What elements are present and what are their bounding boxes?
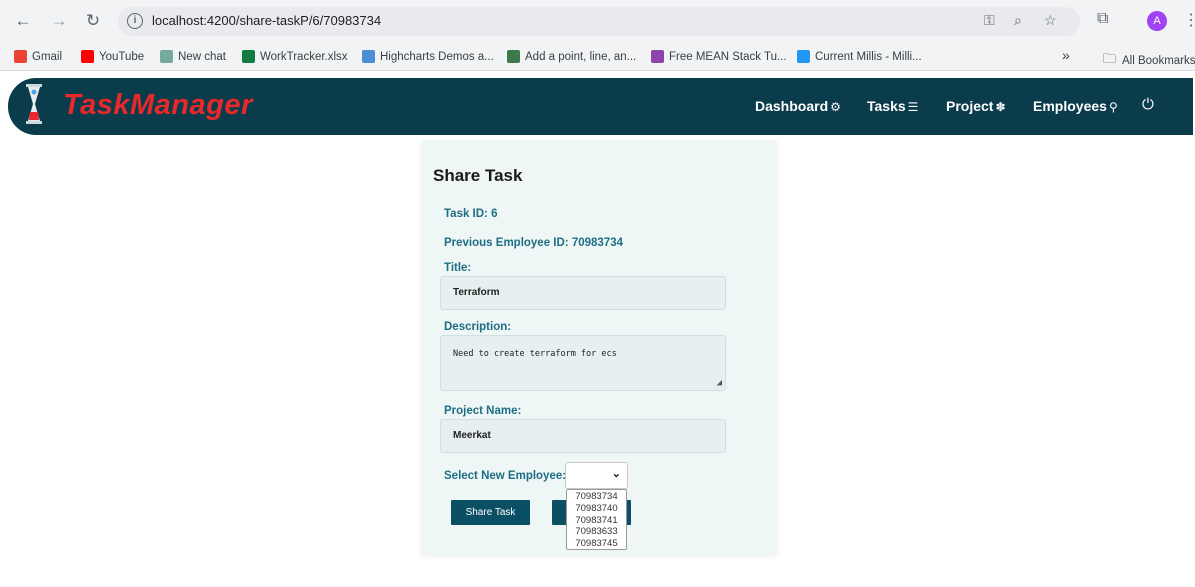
- browser-toolbar: ← → ↻ i localhost:4200/share-taskP/6/709…: [0, 0, 1195, 43]
- chevron-down-icon: ⌄: [611, 468, 621, 480]
- select-employee-label: Select New Employee:: [444, 470, 567, 482]
- employee-option[interactable]: 70983633: [567, 526, 626, 538]
- excel-icon: [242, 50, 255, 63]
- dashboard-icon: ⚙: [830, 100, 841, 114]
- globe-icon: [507, 50, 520, 63]
- app-navbar: TaskManager Dashboard ⚙ Tasks ☰ Project ✽ E…: [8, 78, 1193, 135]
- zoom-icon[interactable]: ⌕: [1014, 12, 1022, 29]
- description-label: Description:: [444, 321, 512, 333]
- bookmark-worktracker[interactable]: WorkTracker.xlsx: [242, 50, 348, 63]
- bookmark-mean-stack[interactable]: Free MEAN Stack Tu...: [651, 50, 787, 63]
- employee-option[interactable]: 70983741: [567, 515, 626, 527]
- nav-project[interactable]: Project ✽: [946, 98, 1006, 114]
- task-id-label: Task ID: 6: [444, 208, 498, 220]
- highcharts-icon: [362, 50, 375, 63]
- tasks-list-icon: ☰: [907, 100, 919, 114]
- chat-icon: [160, 50, 173, 63]
- project-icon: ✽: [995, 100, 1006, 114]
- previous-employee-label: Previous Employee ID: 70983734: [444, 237, 623, 249]
- reload-icon[interactable]: ↻: [82, 10, 104, 32]
- nav-employees[interactable]: Employees ⚲: [1033, 98, 1118, 114]
- page-title: Share Task: [433, 166, 523, 185]
- menu-icon[interactable]: ⋮: [1183, 10, 1195, 30]
- share-task-button[interactable]: Share Task: [451, 500, 530, 525]
- employee-option[interactable]: 70983740: [567, 503, 626, 515]
- bookmark-current-millis[interactable]: Current Millis - Milli...: [797, 50, 922, 63]
- bookmark-new-chat[interactable]: New chat: [160, 50, 226, 63]
- nav-tasks[interactable]: Tasks ☰: [867, 98, 918, 114]
- project-name-input[interactable]: Meerkat: [440, 419, 726, 453]
- bookmark-youtube[interactable]: YouTube: [81, 50, 144, 63]
- description-text: Need to create terraform for ecs: [453, 349, 617, 359]
- profile-avatar[interactable]: A: [1147, 11, 1167, 31]
- password-key-icon[interactable]: ⚿: [984, 12, 995, 29]
- title-label: Title:: [444, 262, 472, 274]
- mean-stack-icon: [651, 50, 664, 63]
- employee-option[interactable]: 70983745: [567, 538, 626, 550]
- clock-icon: [797, 50, 810, 63]
- bookmark-star-icon[interactable]: ☆: [1044, 12, 1057, 29]
- brand-title[interactable]: TaskManager: [63, 89, 253, 122]
- bookmark-gmail[interactable]: Gmail: [14, 50, 62, 63]
- employee-option[interactable]: 70983734: [567, 491, 626, 503]
- employee-dropdown-list: 70983734 70983740 70983741 70983633 7098…: [566, 489, 627, 550]
- bookmark-highcharts[interactable]: Highcharts Demos a...: [362, 50, 494, 63]
- project-name-label: Project Name:: [444, 405, 522, 417]
- address-url[interactable]: localhost:4200/share-taskP/6/70983734: [152, 13, 381, 28]
- bookmarks-bar: Gmail YouTube New chat WorkTracker.xlsx …: [0, 43, 1195, 71]
- folder-icon: 🗀: [1103, 51, 1117, 66]
- title-input[interactable]: Terraform: [440, 276, 726, 310]
- nav-dashboard[interactable]: Dashboard ⚙: [755, 98, 841, 114]
- gmail-icon: [14, 50, 27, 63]
- employee-select[interactable]: ⌄: [565, 462, 628, 489]
- all-bookmarks[interactable]: 🗀 All Bookmarks: [1103, 50, 1195, 72]
- back-icon[interactable]: ←: [12, 10, 34, 32]
- address-bar[interactable]: i localhost:4200/share-taskP/6/70983734 …: [118, 7, 1080, 36]
- hourglass-logo-icon: [26, 84, 42, 124]
- youtube-icon: [81, 50, 94, 63]
- site-info-icon[interactable]: i: [127, 13, 143, 29]
- extensions-icon[interactable]: ⧉: [1097, 10, 1108, 28]
- employees-icon: ⚲: [1108, 100, 1118, 114]
- bookmarks-overflow-button[interactable]: »: [1062, 47, 1070, 63]
- bookmark-add-point[interactable]: Add a point, line, an...: [507, 50, 636, 63]
- forward-icon[interactable]: →: [48, 10, 70, 32]
- power-icon[interactable]: ⏻: [1142, 96, 1154, 113]
- description-textarea[interactable]: Need to create terraform for ecs ◢: [440, 335, 726, 391]
- resize-handle-icon[interactable]: ◢: [717, 378, 722, 388]
